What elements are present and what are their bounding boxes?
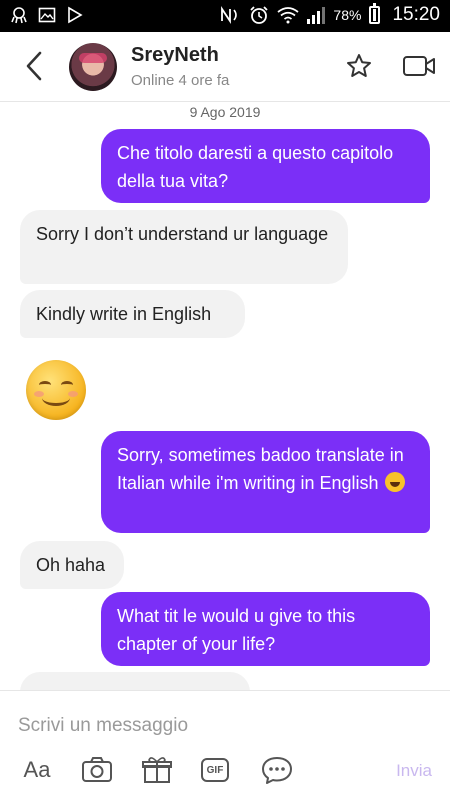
clock: 15:20 bbox=[392, 4, 440, 25]
message-bubble-partial bbox=[20, 672, 250, 692]
star-icon[interactable] bbox=[345, 52, 373, 80]
image-notification-icon bbox=[38, 7, 56, 23]
nfc-icon bbox=[221, 6, 238, 24]
play-store-notification-icon bbox=[68, 6, 83, 24]
message-text: Sorry, sometimes badoo translate in Ital… bbox=[117, 445, 404, 493]
message-bubble-incoming[interactable]: Oh haha bbox=[20, 541, 124, 589]
message-input[interactable]: Scrivi un messaggio bbox=[18, 715, 188, 737]
status-bar: 78% 15:20 bbox=[0, 0, 450, 32]
octopus-notification-icon bbox=[11, 7, 27, 24]
message-bubble-outgoing[interactable]: What tit le would u give to this chapter… bbox=[101, 592, 430, 666]
message-bubble-incoming[interactable]: Sorry I don’t understand ur language bbox=[20, 210, 348, 284]
camera-icon[interactable] bbox=[80, 755, 114, 785]
back-arrow-icon[interactable] bbox=[20, 49, 50, 83]
contact-name[interactable]: SreyNeth bbox=[131, 44, 219, 67]
message-text: Sorry I don’t understand ur language bbox=[36, 224, 329, 244]
send-button[interactable]: Invia bbox=[396, 761, 432, 781]
avatar[interactable] bbox=[69, 43, 117, 91]
composer-toolbar: Aa GIF Invia bbox=[0, 749, 450, 793]
font-style-button[interactable]: Aa bbox=[20, 755, 54, 785]
wifi-icon bbox=[277, 7, 299, 24]
message-bubble-outgoing[interactable]: Che titolo daresti a questo capitolo del… bbox=[101, 129, 430, 203]
signal-icon bbox=[307, 6, 326, 24]
video-call-icon[interactable] bbox=[402, 54, 436, 78]
message-text: Che titolo daresti a questo capitolo del… bbox=[117, 143, 394, 191]
message-text: Kindly write in English bbox=[36, 304, 212, 324]
laughing-emoji-icon bbox=[384, 472, 405, 492]
chat-bubble-icon[interactable] bbox=[260, 755, 294, 785]
gif-button[interactable]: GIF bbox=[198, 755, 232, 785]
gift-icon[interactable] bbox=[140, 755, 174, 785]
message-bubble-incoming[interactable]: Kindly write in English bbox=[20, 290, 245, 338]
font-style-label: Aa bbox=[23, 757, 51, 782]
message-text: What tit le would u give to this chapter… bbox=[117, 606, 356, 654]
gif-icon: GIF bbox=[201, 758, 229, 782]
battery-percent: 78% bbox=[333, 7, 362, 23]
date-separator: 9 Ago 2019 bbox=[189, 104, 261, 120]
composer: Scrivi un messaggio Aa GIF Invia bbox=[0, 690, 450, 800]
message-text: Oh haha bbox=[36, 555, 106, 575]
battery-icon bbox=[369, 3, 381, 24]
contact-status: Online 4 ore fa bbox=[131, 72, 230, 89]
alarm-icon bbox=[250, 6, 269, 24]
message-bubble-outgoing[interactable]: Sorry, sometimes badoo translate in Ital… bbox=[101, 431, 430, 533]
smiling-face-emoji[interactable] bbox=[26, 360, 86, 420]
chat-header: SreyNeth Online 4 ore fa bbox=[0, 32, 450, 102]
